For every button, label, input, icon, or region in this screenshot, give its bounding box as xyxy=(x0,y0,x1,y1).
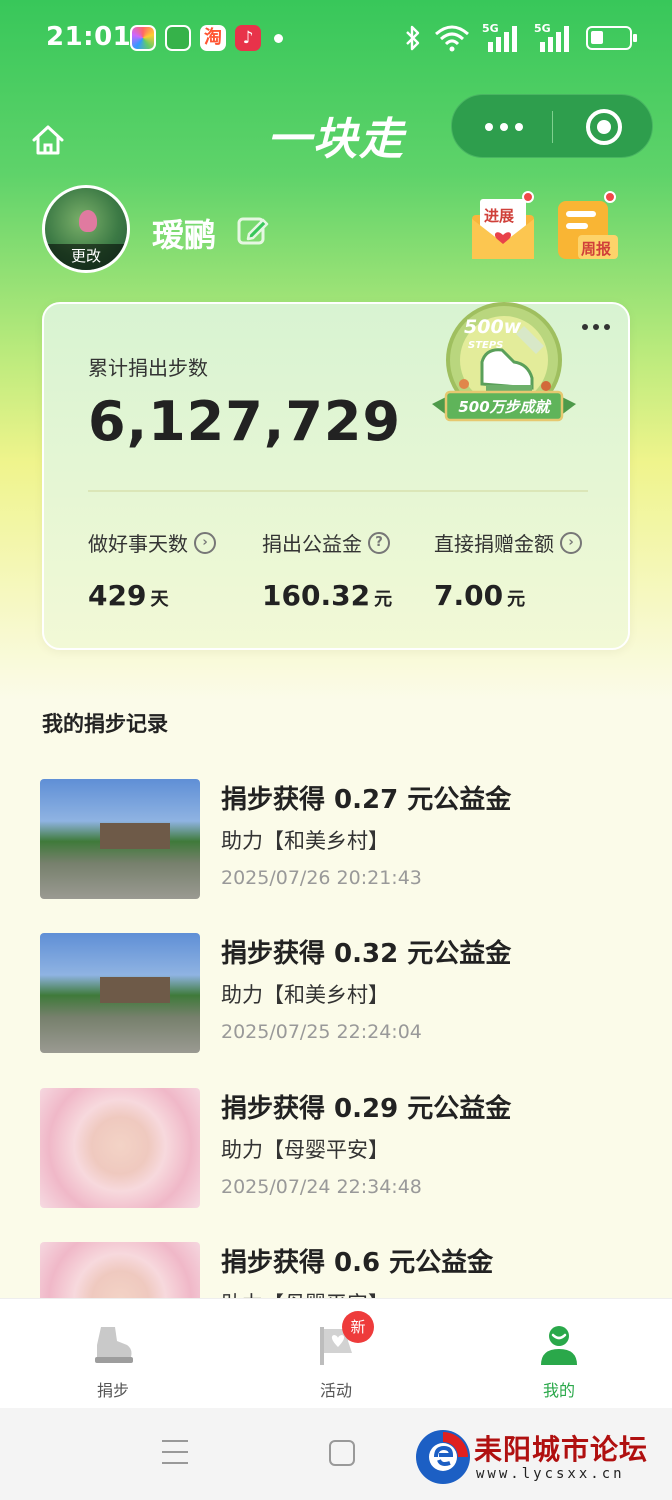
stat-label-wrap: 捐出公益金? xyxy=(262,528,392,557)
status-app-icons: 淘 ♪ xyxy=(130,25,283,51)
phone-manager-icon xyxy=(165,25,191,51)
gallery-icon xyxy=(130,25,156,51)
record-time: 2025/07/24 22:34:48 xyxy=(221,1176,422,1198)
stat-value: 7.00 xyxy=(434,579,504,612)
help-icon[interactable]: › xyxy=(560,531,582,554)
weekly-label: 周报 xyxy=(581,240,612,258)
user-icon xyxy=(541,1326,577,1365)
list-item[interactable]: 捐步获得 0.29 元公益金 助力【母婴平安】 2025/07/24 22:34… xyxy=(40,1088,640,1208)
close-miniprogram-icon[interactable] xyxy=(586,109,622,145)
record-title: 捐步获得 0.29 元公益金 xyxy=(221,1094,512,1124)
stat-label: 做好事天数 xyxy=(88,532,188,556)
record-title: 捐步获得 0.32 元公益金 xyxy=(221,939,512,969)
tab-label: 捐步 xyxy=(96,1381,129,1400)
taobao-icon: 淘 xyxy=(200,25,226,51)
records-section-title: 我的捐步记录 xyxy=(42,712,168,736)
network-type-label: 5G xyxy=(534,22,551,35)
progress-label: 进展 xyxy=(484,207,515,225)
tab-mine[interactable]: 我的 xyxy=(509,1323,609,1401)
miniprogram-capsule xyxy=(451,94,653,158)
stat-label: 捐出公益金 xyxy=(262,532,362,556)
lotus-flower-image xyxy=(79,210,97,232)
weekly-unread-dot xyxy=(604,191,616,203)
edit-name-icon[interactable] xyxy=(236,214,270,248)
badge-steps-text: STEPS xyxy=(468,340,504,351)
record-project: 助力【和美乡村】 xyxy=(221,983,389,1007)
forum-watermark: 耒阳城市论坛 www.lycsxx.cn xyxy=(412,1424,662,1490)
more-options-icon[interactable] xyxy=(482,115,526,139)
watermark-url: www.lycsxx.cn xyxy=(476,1466,625,1482)
project-thumbnail xyxy=(40,933,200,1053)
progress-unread-dot xyxy=(522,191,534,203)
stat-direct-donation[interactable]: 直接捐赠金额 › 7.00 元 xyxy=(434,528,582,612)
notification-dot-icon xyxy=(274,33,283,43)
forum-logo-icon xyxy=(416,1430,470,1484)
stat-label: 直接捐赠金额 xyxy=(434,532,554,556)
new-badge: 新 xyxy=(342,1311,374,1343)
card-more-icon[interactable] xyxy=(582,324,610,330)
stat-value-wrap: 7.00 元 xyxy=(434,579,582,612)
wifi-icon xyxy=(435,25,469,52)
network-type-label: 5G xyxy=(482,22,499,35)
stat-unit: 元 xyxy=(374,589,393,610)
stat-charity-fund[interactable]: 捐出公益金? 160.32 元 xyxy=(262,528,392,612)
tab-donate-steps[interactable]: 捐步 xyxy=(63,1323,163,1401)
avatar[interactable]: 更改 xyxy=(42,185,130,273)
badge-top-text: 500w xyxy=(464,316,522,338)
bottom-tab-bar: 捐步 活动 新 我的 xyxy=(0,1298,672,1408)
signal-icon: 5G xyxy=(482,22,522,52)
achievement-badge[interactable]: 500w STEPS 500万步成就 xyxy=(424,292,584,452)
list-item[interactable]: 捐步获得 0.32 元公益金 助力【和美乡村】 2025/07/25 22:24… xyxy=(40,933,640,1053)
capsule-divider xyxy=(552,111,553,143)
shoe-icon xyxy=(95,1327,133,1363)
record-title: 捐步获得 0.27 元公益金 xyxy=(221,785,512,815)
summary-card: 累计捐出步数 6,127,729 500w STEPS 500万步成就 做好事天… xyxy=(42,302,630,650)
stat-value-wrap: 160.32 元 xyxy=(262,579,392,612)
watermark-title: 耒阳城市论坛 xyxy=(474,1433,649,1466)
stat-label-wrap: 直接捐赠金额 › xyxy=(434,528,582,557)
tab-label: 我的 xyxy=(542,1381,575,1400)
tab-label: 活动 xyxy=(319,1381,352,1400)
project-thumbnail xyxy=(40,1088,200,1208)
help-icon[interactable]: › xyxy=(194,531,216,554)
system-home-icon[interactable] xyxy=(329,1440,355,1466)
record-time: 2025/07/25 22:24:04 xyxy=(221,1021,422,1043)
record-project: 助力【和美乡村】 xyxy=(221,829,389,853)
status-time: 21:01 xyxy=(46,22,132,52)
stat-unit: 元 xyxy=(507,589,526,610)
record-title: 捐步获得 0.6 元公益金 xyxy=(221,1248,494,1278)
recent-apps-icon[interactable] xyxy=(162,1440,188,1466)
music-icon: ♪ xyxy=(235,25,261,51)
stat-unit: 天 xyxy=(150,589,169,610)
project-thumbnail xyxy=(40,779,200,899)
weekly-report-button[interactable]: 周报 xyxy=(556,191,622,263)
status-indicators: 5G 5G xyxy=(404,22,637,52)
status-bar: 21:01 淘 ♪ 5G 5G xyxy=(0,0,672,78)
list-item[interactable]: 捐步获得 0.27 元公益金 助力【和美乡村】 2025/07/26 20:21… xyxy=(40,779,640,899)
total-steps-value: 6,127,729 xyxy=(88,390,402,453)
card-divider xyxy=(88,490,588,492)
badge-title-text: 500万步成就 xyxy=(458,398,550,416)
stat-value-wrap: 429 天 xyxy=(88,579,216,612)
stat-value: 160.32 xyxy=(262,579,371,612)
record-project: 助力【母婴平安】 xyxy=(221,1138,389,1162)
username: 瑷鹂 xyxy=(152,216,217,254)
total-steps-label: 累计捐出步数 xyxy=(88,356,208,380)
avatar-change-label[interactable]: 更改 xyxy=(45,244,127,270)
stat-value: 429 xyxy=(88,579,147,612)
record-time: 2025/07/26 20:21:43 xyxy=(221,867,422,889)
stat-label-wrap: 做好事天数 › xyxy=(88,528,216,557)
progress-envelope-button[interactable]: 进展 xyxy=(470,191,536,263)
signal-icon: 5G xyxy=(534,22,574,52)
battery-icon xyxy=(586,26,637,50)
system-navigation-bar: 耒阳城市论坛 www.lycsxx.cn xyxy=(0,1408,672,1500)
bluetooth-icon xyxy=(406,25,420,51)
help-icon[interactable]: ? xyxy=(368,531,390,554)
stat-good-deed-days[interactable]: 做好事天数 › 429 天 xyxy=(88,528,216,612)
tab-activity[interactable]: 活动 新 xyxy=(286,1311,386,1401)
